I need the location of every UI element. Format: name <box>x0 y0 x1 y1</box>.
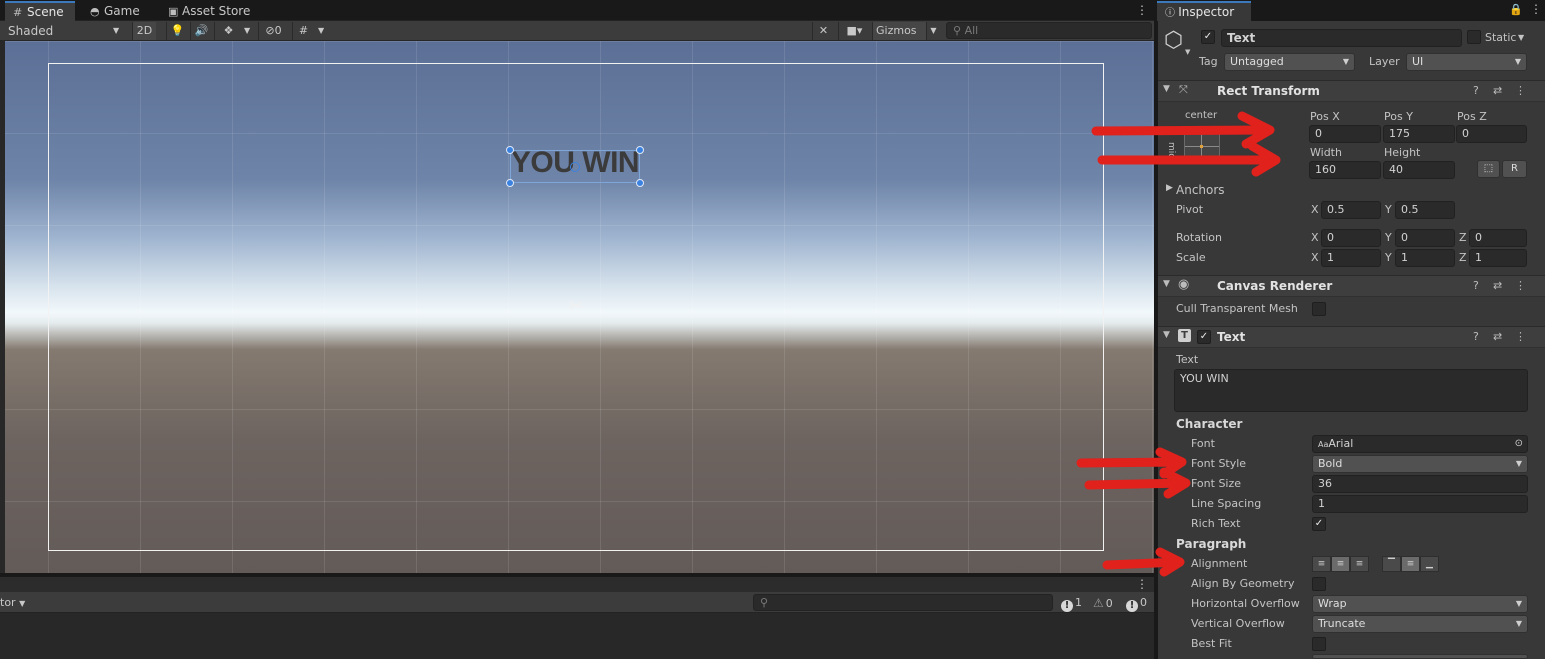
annotation-arrow-font-size <box>1084 467 1191 499</box>
annotation-arrow-size <box>1097 141 1281 177</box>
annotation-arrow-position <box>1091 111 1275 149</box>
annotation-arrows <box>1076 111 1281 577</box>
annotation-arrow-alignment <box>1102 547 1185 577</box>
